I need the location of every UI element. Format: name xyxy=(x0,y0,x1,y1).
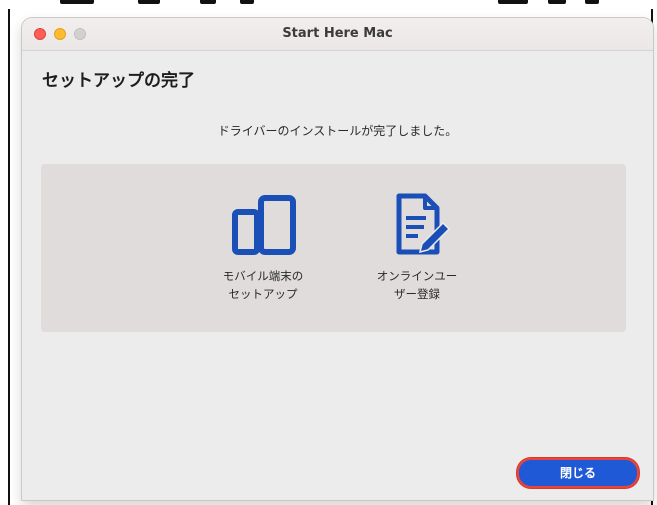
mobile-setup-label: モバイル端末の セットアップ xyxy=(193,267,333,303)
mobile-setup-label-line2: セットアップ xyxy=(228,287,298,301)
online-registration-tile[interactable]: オンラインユー ザー登録 xyxy=(347,164,487,332)
cropped-fragment xyxy=(548,0,566,4)
mobile-devices-icon xyxy=(193,192,333,258)
cropped-top-strip xyxy=(0,0,657,9)
frame-border-left xyxy=(8,9,10,505)
cropped-fragment xyxy=(498,0,528,4)
window-title: Start Here Mac xyxy=(282,26,393,41)
cropped-fragment xyxy=(138,0,160,4)
cropped-fragment xyxy=(200,0,216,4)
title-bar: Start Here Mac xyxy=(22,18,653,51)
mobile-setup-label-line1: モバイル端末の xyxy=(222,269,304,283)
online-registration-label: オンラインユー ザー登録 xyxy=(347,267,487,303)
mobile-setup-tile[interactable]: モバイル端末の セットアップ xyxy=(193,164,333,332)
options-panel: モバイル端末の セットアップ オンラインユー ザー登録 xyxy=(41,164,626,332)
cropped-fragment xyxy=(60,0,94,4)
close-button[interactable]: 閉じる xyxy=(517,458,639,488)
cropped-fragment xyxy=(240,0,254,4)
app-window: Start Here Mac セットアップの完了 ドライバーのインストールが完了… xyxy=(22,18,653,500)
registration-document-icon xyxy=(347,192,487,258)
completion-message: ドライバーのインストールが完了しました。 xyxy=(217,124,458,138)
page-title: セットアップの完了 xyxy=(42,71,195,91)
online-registration-label-line2: ザー登録 xyxy=(394,287,440,301)
cropped-fragment xyxy=(585,0,599,4)
online-registration-label-line1: オンラインユー xyxy=(376,269,458,283)
